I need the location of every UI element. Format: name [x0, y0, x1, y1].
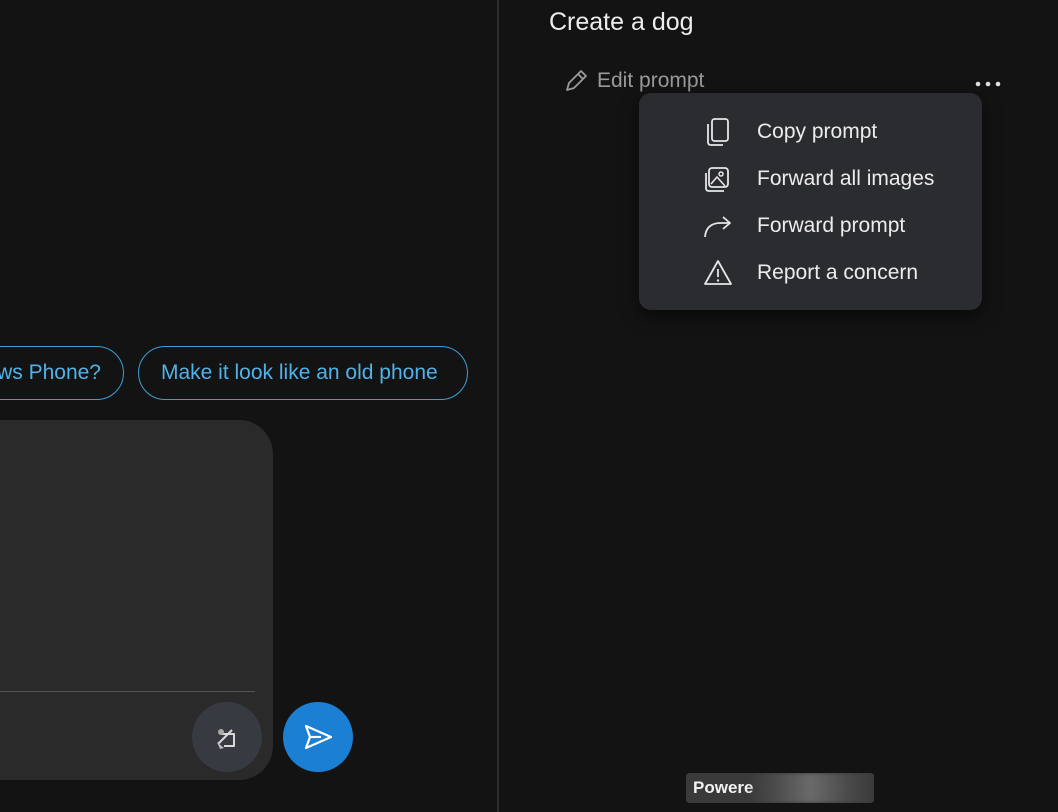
- suggestion-chip[interactable]: Make it look like an old phone: [138, 346, 468, 400]
- menu-item-forward-prompt[interactable]: Forward prompt: [639, 202, 982, 249]
- suggestion-chip-label: ows Phone?: [0, 361, 101, 384]
- redacted-area: [748, 773, 874, 803]
- forward-arrow-icon: [703, 211, 733, 241]
- menu-item-forward-all-images[interactable]: Forward all images: [639, 155, 982, 202]
- image-attach-icon: [212, 722, 242, 752]
- suggestion-chip-label: Make it look like an old phone: [161, 361, 438, 384]
- menu-item-copy-prompt[interactable]: Copy prompt: [639, 108, 982, 155]
- chat-panel: ows Phone? Make it look like an old phon…: [0, 0, 497, 812]
- more-options-icon: [975, 81, 1001, 87]
- send-icon: [301, 720, 335, 754]
- copy-icon: [703, 117, 733, 147]
- image-icon: [703, 164, 733, 194]
- menu-item-label: Forward prompt: [757, 213, 906, 237]
- menu-item-label: Forward all images: [757, 166, 935, 190]
- side-panel: Create a dog Edit prompt Copy prompt For…: [499, 0, 1058, 812]
- menu-item-label: Copy prompt: [757, 119, 878, 143]
- menu-item-report-concern[interactable]: Report a concern: [639, 249, 982, 296]
- edit-prompt-button[interactable]: Edit prompt: [563, 68, 704, 94]
- app-root: ows Phone? Make it look like an old phon…: [0, 0, 1058, 812]
- options-menu: Copy prompt Forward all images Forward p…: [639, 93, 982, 310]
- composer-divider: [0, 691, 255, 692]
- powered-by-badge: Powere: [686, 773, 874, 803]
- image-attach-button[interactable]: [192, 702, 262, 772]
- warning-icon: [703, 258, 733, 288]
- menu-item-label: Report a concern: [757, 260, 919, 284]
- powered-by-label: Powere: [693, 778, 754, 797]
- suggestion-chip[interactable]: ows Phone?: [0, 346, 124, 400]
- pencil-icon: [563, 68, 589, 94]
- send-button[interactable]: [283, 702, 353, 772]
- panel-title: Create a dog: [549, 8, 694, 36]
- more-options-button[interactable]: [973, 74, 1003, 94]
- edit-prompt-label: Edit prompt: [597, 69, 705, 92]
